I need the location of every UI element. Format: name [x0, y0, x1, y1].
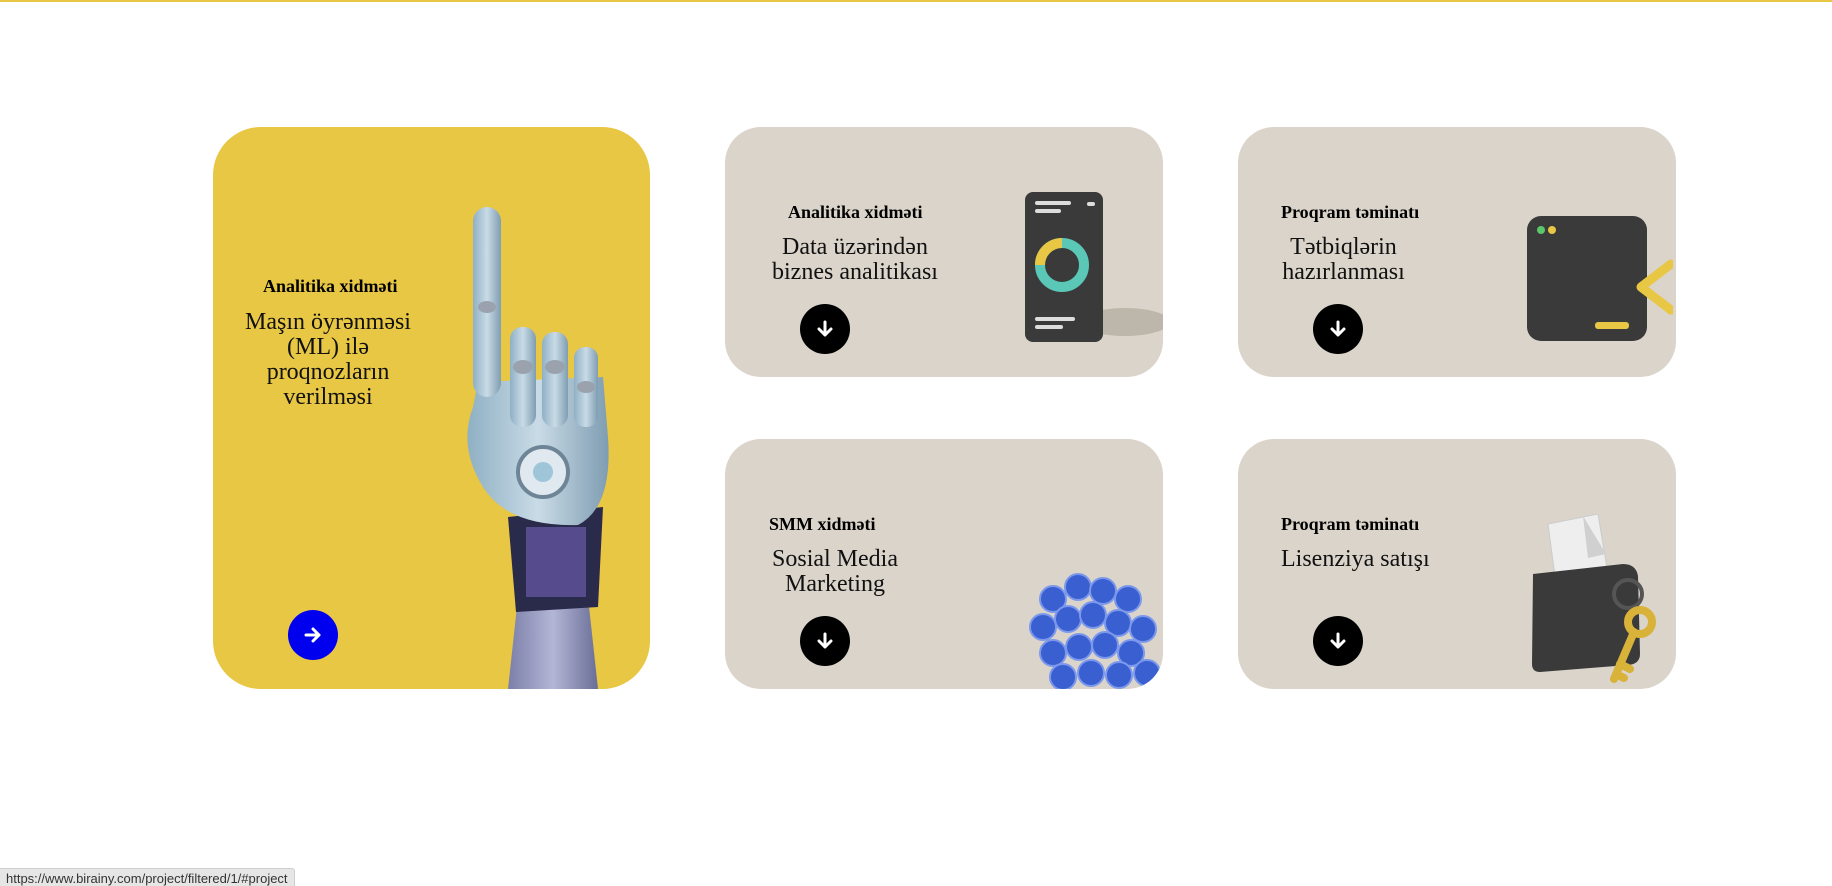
phone-donut-chart-icon	[1025, 192, 1163, 342]
card-title: Lisenziya satışı	[1281, 546, 1430, 572]
arrow-down-button[interactable]	[800, 616, 850, 666]
card-eyebrow: Proqram təminatı	[1281, 514, 1420, 534]
service-card-ml[interactable]: Analitika xidməti Maşın öyrənməsi (ML) i…	[213, 127, 650, 689]
arrow-down-button[interactable]	[1313, 616, 1363, 666]
arrow-down-icon	[817, 632, 833, 649]
service-card-app-development[interactable]: Proqram təminatı Tətbiqlərin hazırlanmas…	[1238, 127, 1676, 377]
card-eyebrow: Analitika xidməti	[263, 276, 398, 296]
card-eyebrow: Proqram təminatı	[1281, 202, 1420, 222]
robot-hand-icon	[467, 207, 609, 689]
card-title: Data üzərindən biznes analitikası	[772, 234, 938, 285]
like-bubbles-icon	[1029, 573, 1161, 689]
service-card-license-sales[interactable]: Proqram təminatı Lisenziya satışı	[1238, 439, 1676, 689]
arrow-down-icon	[1330, 320, 1346, 337]
card-eyebrow: SMM xidməti	[769, 514, 876, 534]
code-window-icon	[1527, 216, 1673, 341]
status-bar-url: https://www.birainy.com/project/filtered…	[0, 868, 295, 886]
arrow-down-button[interactable]	[800, 304, 850, 354]
top-accent-line	[0, 0, 1832, 2]
arrow-down-icon	[817, 320, 833, 337]
arrow-right-icon	[304, 627, 321, 643]
folder-key-icon	[1532, 514, 1656, 683]
arrow-down-button[interactable]	[1313, 304, 1363, 354]
arrow-right-button[interactable]	[288, 610, 338, 660]
card-title: Sosial Media Marketing	[772, 546, 898, 597]
card-eyebrow: Analitika xidməti	[788, 202, 923, 222]
arrow-down-icon	[1330, 632, 1346, 649]
card-title: Tətbiqlərin hazırlanması	[1282, 234, 1405, 285]
service-card-smm[interactable]: SMM xidməti Sosial Media Marketing	[725, 439, 1163, 689]
card-title: Maşın öyrənməsi (ML) ilə proqnozların ve…	[245, 309, 411, 410]
service-card-data-analytics[interactable]: Analitika xidməti Data üzərindən biznes …	[725, 127, 1163, 377]
